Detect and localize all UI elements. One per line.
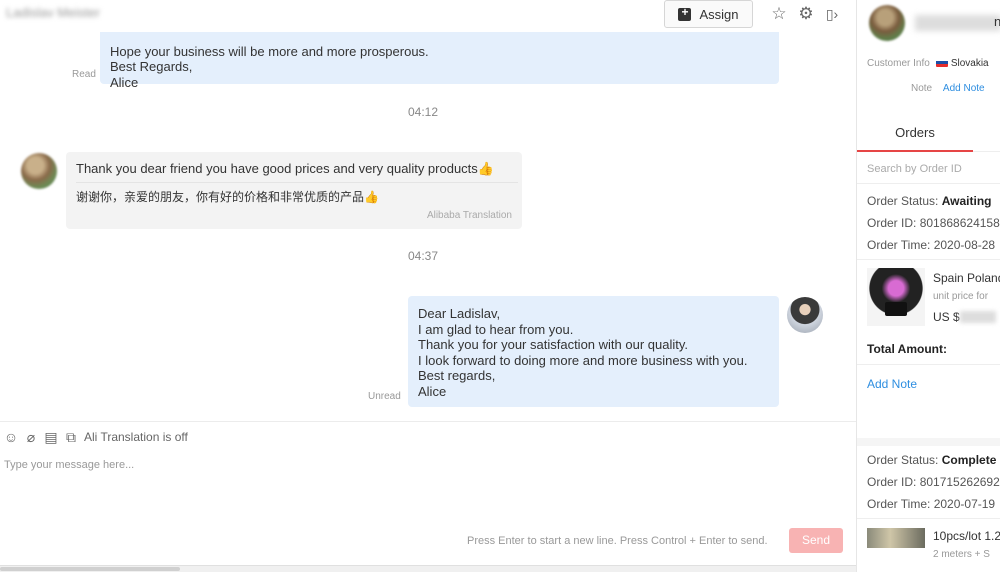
message-line: I am glad to hear from you.: [418, 321, 574, 337]
message-line: Thank you for your satisfaction with our…: [418, 337, 688, 353]
translation-status[interactable]: Ali Translation is off: [84, 430, 188, 444]
product-price: US $: [933, 310, 996, 324]
order-id[interactable]: Order ID: 801715262692: [867, 475, 1000, 489]
composer-toolbar: ☺ ⌀ ▤ ⧉ Ali Translation is off: [2, 428, 188, 446]
timestamp: 04:37: [407, 249, 439, 263]
message-line: I look forward to doing more and more bu…: [418, 352, 748, 368]
assign-icon: [678, 5, 692, 21]
outgoing-message: . Hope your business will be more and mo…: [100, 32, 779, 90]
translation-divider: [76, 182, 518, 183]
customer-name: n: [994, 14, 1000, 29]
divider: [857, 259, 1000, 260]
read-status: Read: [72, 69, 96, 80]
send-button[interactable]: Send: [789, 528, 843, 553]
order-id[interactable]: Order ID: 801868624158: [867, 216, 1000, 230]
message-line: Hope your business will be more and more…: [110, 43, 429, 59]
horizontal-scrollbar[interactable]: [0, 565, 856, 572]
order-add-note-link[interactable]: Add Note: [867, 377, 917, 391]
incoming-message: Thank you dear friend you have good pric…: [66, 152, 522, 229]
product-subtitle: 2 meters + S: [933, 549, 990, 560]
quick-reply-icon[interactable]: ▤: [42, 428, 60, 446]
divider: [857, 364, 1000, 365]
customer-panel: n Customer Info Slovakia Note Add Note Or…: [856, 0, 1000, 572]
product-image[interactable]: [867, 268, 925, 326]
product-title[interactable]: Spain Poland: [933, 271, 1000, 285]
read-status: Unread: [368, 391, 401, 402]
side-tabs: Orders: [857, 118, 1000, 152]
customer-info-label: Customer Info: [867, 58, 930, 69]
customer-name-blurred: [915, 15, 1000, 31]
add-note-link[interactable]: Add Note: [943, 83, 985, 94]
send-hint: Press Enter to start a new line. Press C…: [467, 535, 768, 547]
scrollbar-thumb[interactable]: [0, 567, 180, 571]
message-line: Dear Ladislav,: [418, 306, 501, 321]
emoji-icon[interactable]: ☺: [2, 428, 20, 446]
product-subtitle: unit price for: [933, 291, 989, 302]
order-time: Order Time: 2020-07-19: [867, 497, 996, 511]
translation-source: Alibaba Translation: [426, 210, 512, 221]
attachment-icon[interactable]: ⌀: [22, 428, 40, 446]
price-blurred: [959, 311, 996, 323]
order-status: Order Status: Complete: [867, 453, 997, 467]
gear-icon[interactable]: ⚙: [796, 4, 816, 24]
assign-button[interactable]: Assign: [664, 0, 753, 28]
message-translation: 谢谢你，亲爱的朋友，你有好的价格和非常优质的产品👍: [76, 190, 379, 204]
timestamp: 04:12: [407, 105, 439, 119]
panel-toggle-icon[interactable]: ▯›: [822, 4, 842, 24]
order-search-input[interactable]: [867, 160, 1000, 178]
my-avatar[interactable]: [787, 297, 823, 333]
message-line: Alice: [110, 74, 139, 90]
outgoing-message: Dear Ladislav, I am glad to hear from yo…: [408, 296, 779, 407]
customer-country: Slovakia: [950, 58, 989, 69]
tab-orders[interactable]: Orders: [857, 118, 973, 152]
chat-title: Ladislav Meister: [6, 5, 100, 20]
customer-info-row: Customer Info Slovakia: [867, 58, 989, 69]
message-input[interactable]: [4, 456, 834, 474]
chat-pane: Ladislav Meister Assign ☆ ⚙ ▯› . Hope yo…: [0, 0, 856, 572]
customer-avatar[interactable]: [21, 153, 57, 189]
message-line: Best regards,: [418, 368, 496, 384]
message-original: Thank you dear friend you have good pric…: [76, 161, 494, 176]
translate-icon[interactable]: ⧉: [62, 428, 80, 446]
message-list[interactable]: . Hope your business will be more and mo…: [0, 32, 856, 422]
divider: [857, 183, 1000, 184]
product-image[interactable]: [867, 528, 925, 548]
customer-avatar[interactable]: [869, 5, 905, 41]
assign-label: Assign: [699, 6, 739, 22]
message-composer: ☺ ⌀ ▤ ⧉ Ali Translation is off Press Ent…: [0, 421, 856, 572]
order-time: Order Time: 2020-08-28: [867, 238, 996, 252]
slovakia-flag-icon: [935, 58, 948, 67]
thumbs-up-icon: 👍: [364, 190, 379, 204]
note-row: Note Add Note: [911, 83, 985, 94]
product-title[interactable]: 10pcs/lot 1.2: [933, 529, 1000, 543]
total-amount-label: Total Amount:: [867, 342, 947, 356]
message-line: Alice: [418, 383, 447, 399]
order-status: Order Status: Awaiting: [867, 194, 992, 208]
message-line: Best Regards,: [110, 59, 193, 75]
section-gap: [857, 438, 1000, 446]
star-icon[interactable]: ☆: [769, 4, 789, 24]
thumbs-up-icon: 👍: [477, 161, 494, 176]
chat-header: Ladislav Meister Assign ☆ ⚙ ▯›: [0, 0, 856, 32]
note-label: Note: [911, 83, 933, 94]
divider: [857, 518, 1000, 519]
